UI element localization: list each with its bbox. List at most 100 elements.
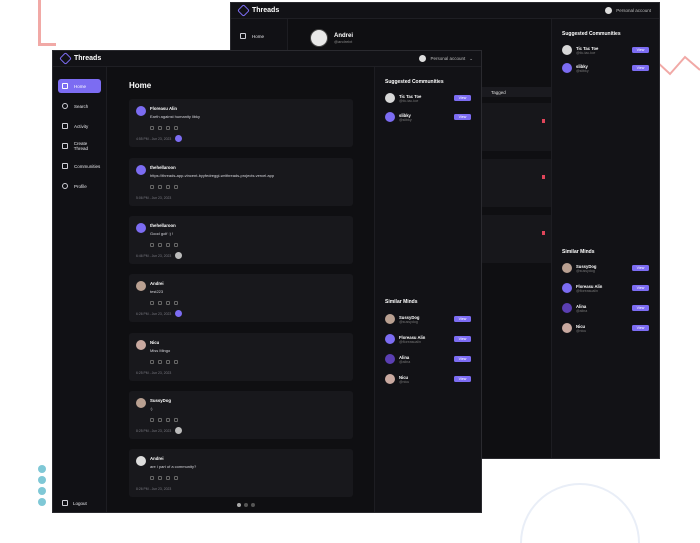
repost-icon[interactable]	[166, 126, 170, 130]
thread-card[interactable]: SussyDog :) 8:25 PM - Jun 23, 2023	[129, 391, 353, 439]
view-button[interactable]: View	[454, 114, 471, 120]
reply-icon[interactable]	[158, 301, 162, 305]
view-button[interactable]: View	[632, 265, 649, 271]
share-icon[interactable]	[174, 418, 178, 422]
heart-icon[interactable]	[150, 360, 154, 364]
page-dot[interactable]	[237, 503, 241, 507]
user-avatar[interactable]	[136, 223, 146, 233]
heart-icon[interactable]	[150, 476, 154, 480]
delete-icon[interactable]	[542, 175, 545, 179]
view-button[interactable]: View	[632, 65, 649, 71]
heart-icon[interactable]	[150, 301, 154, 305]
view-button[interactable]: View	[454, 336, 471, 342]
sidebar-item-activity[interactable]: Activity	[58, 119, 101, 133]
reply-icon[interactable]	[158, 185, 162, 189]
reply-icon[interactable]	[158, 476, 162, 480]
reply-icon[interactable]	[158, 243, 162, 247]
avatar	[605, 7, 613, 14]
mind-item: Nicu @nicu View	[385, 374, 471, 384]
thread-card[interactable]: Nicu Miss Mingo 6:25 PM - Jun 23, 2023	[129, 333, 353, 381]
repost-icon[interactable]	[166, 418, 170, 422]
share-icon[interactable]	[174, 243, 178, 247]
left-sidebar: Home Search Activity Create Thread Commu…	[53, 67, 107, 512]
heart-icon[interactable]	[150, 418, 154, 422]
home-icon	[62, 83, 68, 89]
suggested-communities-title: Suggested Communities	[562, 31, 621, 37]
thread-card[interactable]: thehellaroon Good golf :) ! 6:46 PM - Ju…	[129, 216, 353, 264]
user-avatar[interactable]	[136, 106, 146, 116]
sidebar-item-search[interactable]: Search	[58, 99, 101, 113]
view-button[interactable]: View	[632, 47, 649, 53]
page-dot[interactable]	[244, 503, 248, 507]
mind-item: Floreasu Alin @floreasualin View	[385, 334, 471, 344]
reply-icon[interactable]	[158, 418, 162, 422]
thread-card[interactable]: Andrei test223 6:26 PM - Jun 23, 2023	[129, 274, 353, 322]
view-button[interactable]: View	[454, 95, 471, 101]
brand[interactable]: Threads	[237, 4, 279, 17]
community-badge[interactable]	[175, 135, 182, 142]
heart-icon[interactable]	[150, 126, 154, 130]
repost-icon[interactable]	[166, 360, 170, 364]
user-avatar[interactable]	[136, 340, 146, 350]
user-avatar	[562, 303, 572, 313]
repost-icon[interactable]	[166, 185, 170, 189]
share-icon[interactable]	[174, 360, 178, 364]
reply-icon[interactable]	[158, 360, 162, 364]
page-dot[interactable]	[251, 503, 255, 507]
user-avatar[interactable]	[136, 165, 146, 175]
community-badge[interactable]	[175, 252, 182, 259]
community-item: slibky @slibky View	[562, 63, 649, 73]
profile-thread-card[interactable]	[481, 103, 553, 151]
community-avatar	[385, 112, 395, 122]
view-button[interactable]: View	[454, 376, 471, 382]
repost-icon[interactable]	[166, 476, 170, 480]
share-icon[interactable]	[174, 126, 178, 130]
view-button[interactable]: View	[454, 316, 471, 322]
share-icon[interactable]	[174, 476, 178, 480]
view-button[interactable]: View	[632, 305, 649, 311]
heart-icon[interactable]	[150, 185, 154, 189]
profile-thread-card[interactable]	[481, 159, 553, 207]
repost-icon[interactable]	[166, 243, 170, 247]
sidebar-item-communities[interactable]: Communities	[58, 159, 101, 173]
view-button[interactable]: View	[632, 325, 649, 331]
community-badge[interactable]	[175, 310, 182, 317]
sidebar-item-create-thread[interactable]: Create Thread	[58, 139, 101, 153]
thread-card[interactable]: Floreasu Alin Earth against humanity lib…	[129, 99, 353, 147]
community-item: slibky @slibky View	[385, 112, 471, 122]
account-switcher[interactable]: Personal account	[605, 7, 651, 14]
community-badge[interactable]	[175, 427, 182, 434]
thread-actions	[150, 418, 178, 422]
view-button[interactable]: View	[632, 285, 649, 291]
home-icon	[240, 33, 246, 39]
repost-icon[interactable]	[166, 301, 170, 305]
brand[interactable]: Threads	[59, 52, 101, 65]
tab-tagged[interactable]: Tagged	[481, 87, 553, 97]
logout-button[interactable]: Logout	[62, 500, 87, 506]
thread-card[interactable]: thehellaroon https://threads-app-vincent…	[129, 158, 353, 206]
profile-avatar	[310, 29, 328, 47]
delete-icon[interactable]	[542, 119, 545, 123]
user-avatar[interactable]	[136, 456, 146, 466]
thread-card[interactable]: Andrei are i part of a community? 8:26 P…	[129, 449, 353, 497]
user-avatar	[562, 263, 572, 273]
heart-icon[interactable]	[150, 243, 154, 247]
user-avatar	[385, 354, 395, 364]
user-avatar[interactable]	[136, 281, 146, 291]
sidebar-item-profile[interactable]: Profile	[58, 179, 101, 193]
user-avatar[interactable]	[136, 398, 146, 408]
chevron-down-icon: ⌄	[469, 55, 473, 61]
profile-header: Andrei @andreixt	[310, 29, 353, 47]
profile-thread-card[interactable]	[481, 215, 553, 263]
page-title: Home	[129, 81, 152, 90]
sidebar-item-home[interactable]: Home	[58, 79, 101, 93]
reply-icon[interactable]	[158, 126, 162, 130]
sidebar-item-home[interactable]: Home	[236, 29, 282, 43]
heart-icon	[62, 123, 68, 129]
share-icon[interactable]	[174, 185, 178, 189]
share-icon[interactable]	[174, 301, 178, 305]
user-avatar	[385, 374, 395, 384]
view-button[interactable]: View	[454, 356, 471, 362]
account-switcher[interactable]: Personal account ⌄	[419, 55, 473, 62]
delete-icon[interactable]	[542, 231, 545, 235]
